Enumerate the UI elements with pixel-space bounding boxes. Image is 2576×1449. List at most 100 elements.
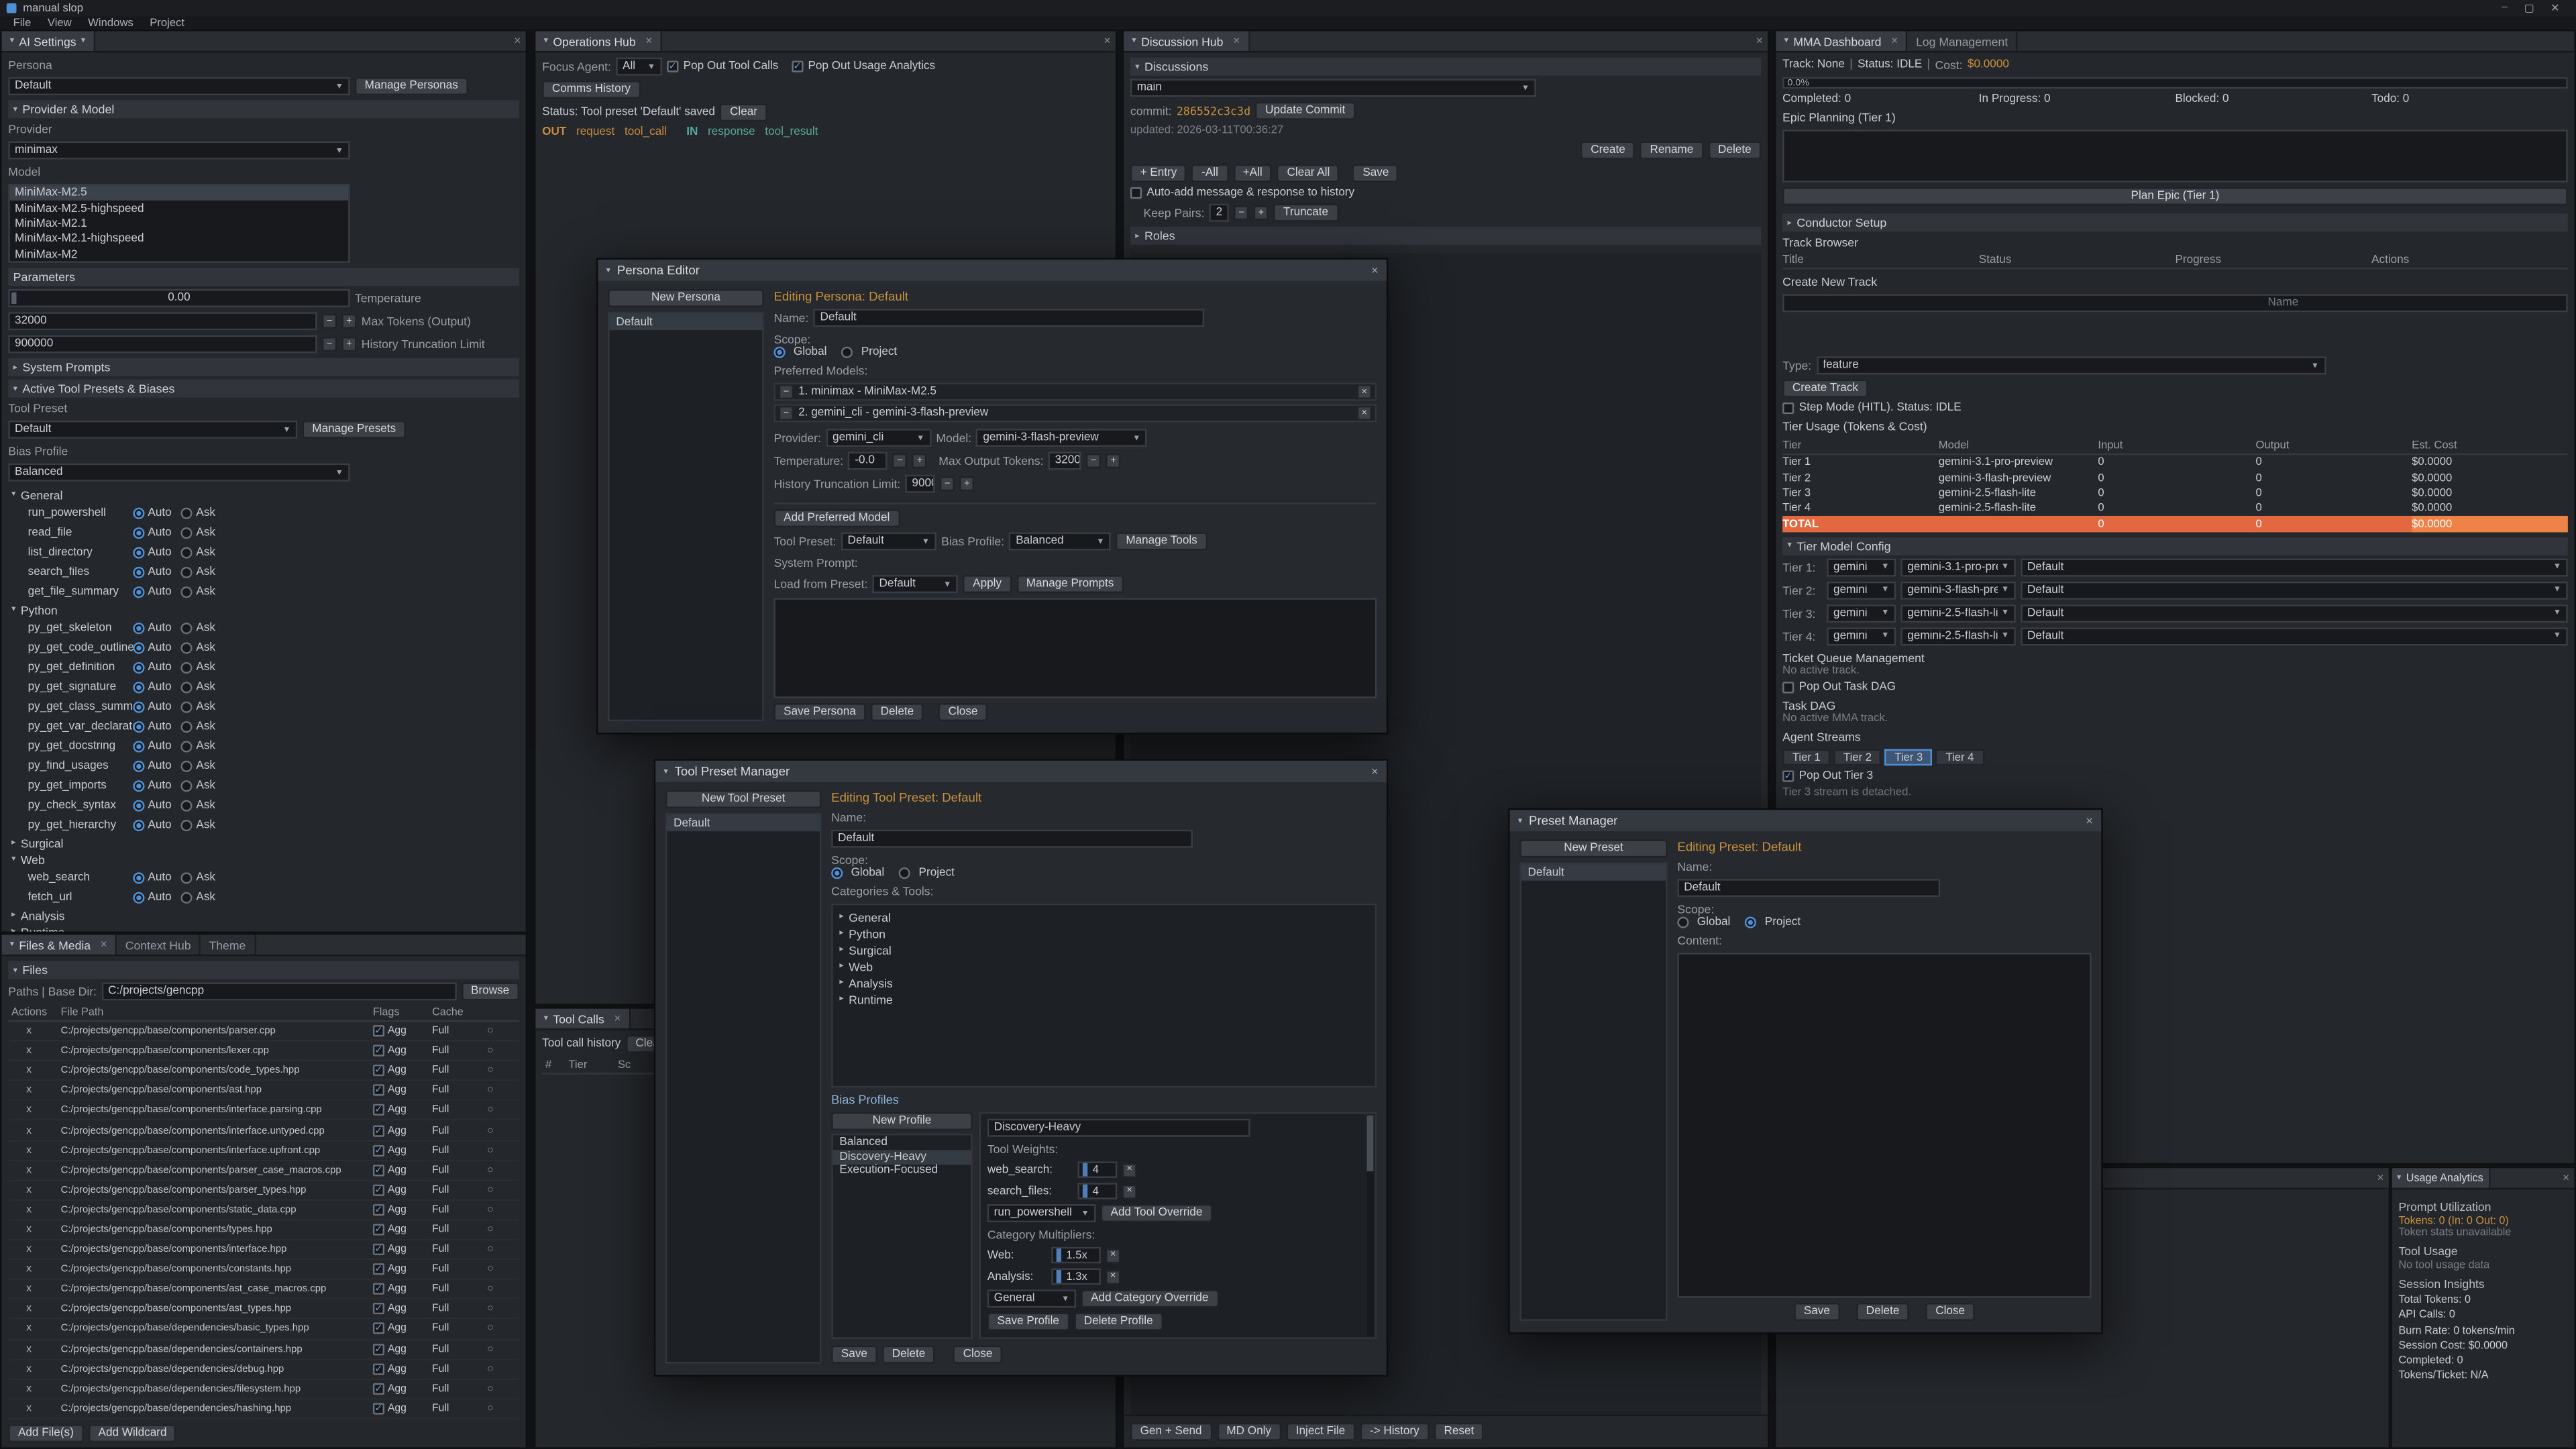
decrement-button[interactable]: − xyxy=(1234,205,1249,220)
tool-weight-slider[interactable]: 4 xyxy=(1078,1183,1118,1199)
preset-manager-titlebar[interactable]: ▾ Preset Manager × xyxy=(1510,810,2102,831)
close-icon[interactable]: ✕ xyxy=(2551,1,2559,15)
auto-radio[interactable] xyxy=(133,661,144,673)
ask-radio[interactable] xyxy=(181,681,193,692)
remove-multiplier-icon[interactable]: × xyxy=(1106,1248,1120,1263)
bias-profile-select[interactable]: Balanced ▼ xyxy=(8,464,350,482)
model-option[interactable]: MiniMax-M2.5 xyxy=(10,186,348,201)
agg-checkbox[interactable] xyxy=(373,1343,384,1354)
agg-checkbox[interactable] xyxy=(373,1324,384,1335)
tab-theme[interactable]: Theme xyxy=(201,934,256,954)
tier-provider-select[interactable]: gemini ▼ xyxy=(1827,581,1896,599)
remove-file-button[interactable]: x xyxy=(11,1283,60,1295)
preset-content-textarea[interactable] xyxy=(1677,953,2091,1297)
panel-close-icon[interactable]: × xyxy=(2377,1168,2383,1187)
new-preset-button[interactable]: New Preset xyxy=(1519,839,1667,857)
tab-context-hub[interactable]: Context Hub xyxy=(117,934,201,954)
tool-preset-select[interactable]: Default ▼ xyxy=(841,532,936,550)
close-dialog-button[interactable]: Close xyxy=(1926,1303,1975,1321)
agg-checkbox[interactable] xyxy=(373,1303,384,1315)
roles-header[interactable]: ▸ Roles xyxy=(1130,227,1761,245)
add-entry-button[interactable]: + Entry xyxy=(1130,164,1187,182)
pop-out-tier3-checkbox[interactable] xyxy=(1782,771,1794,782)
ask-radio[interactable] xyxy=(181,871,193,883)
update-commit-button[interactable]: Update Commit xyxy=(1255,102,1355,120)
scope-global-radio[interactable] xyxy=(773,347,785,358)
delete-profile-button[interactable]: Delete Profile xyxy=(1074,1313,1163,1331)
bias-profile-item[interactable]: Balanced xyxy=(833,1135,971,1150)
bias-profile-item[interactable]: Discovery-Heavy xyxy=(833,1150,971,1165)
reorder-handle[interactable]: − xyxy=(779,384,794,399)
stream-tab[interactable]: Tier 3 xyxy=(1885,749,1933,765)
full-button[interactable]: Full xyxy=(432,1343,465,1354)
ask-radio[interactable] xyxy=(181,740,193,751)
ask-radio[interactable] xyxy=(181,819,193,830)
slider-handle[interactable] xyxy=(11,292,16,304)
remove-file-button[interactable]: x xyxy=(11,1343,60,1354)
tab-tool-calls[interactable]: ▾ Tool Calls × xyxy=(535,1009,631,1028)
dialog-close-icon[interactable]: × xyxy=(1371,764,1379,779)
auto-radio[interactable] xyxy=(133,760,144,771)
group-runtime[interactable]: ▸ Runtime xyxy=(8,923,519,933)
plan-epic-button[interactable]: Plan Epic (Tier 1) xyxy=(1782,187,2568,205)
temperature-input[interactable]: -0.0 xyxy=(849,451,888,470)
auto-radio[interactable] xyxy=(133,507,144,519)
discussion-action-button[interactable]: Gen + Send xyxy=(1130,1423,1212,1441)
discussions-header[interactable]: ▾ Discussions xyxy=(1130,58,1761,76)
tool-preset-list-item[interactable]: Default xyxy=(667,815,820,831)
ask-radio[interactable] xyxy=(181,720,193,732)
new-persona-button[interactable]: New Persona xyxy=(608,289,764,307)
ask-radio[interactable] xyxy=(181,760,193,771)
full-button[interactable]: Full xyxy=(432,1105,465,1116)
full-button[interactable]: Full xyxy=(432,1303,465,1315)
group-analysis[interactable]: ▸ Analysis xyxy=(8,907,519,923)
tier-preset-select[interactable]: Default ▼ xyxy=(2021,604,2568,623)
tier-model-select[interactable]: gemini-3.1-pro-preview ▼ xyxy=(1900,558,2015,576)
full-button[interactable]: Full xyxy=(432,1283,465,1295)
save-persona-button[interactable]: Save Persona xyxy=(773,703,865,721)
manage-personas-button[interactable]: Manage Personas xyxy=(355,77,468,95)
remove-file-button[interactable]: x xyxy=(11,1244,60,1255)
full-button[interactable]: Full xyxy=(432,1264,465,1275)
remove-file-button[interactable]: x xyxy=(11,1324,60,1335)
tab-discussion-hub[interactable]: ▾ Discussion Hub × xyxy=(1124,32,1250,51)
full-button[interactable]: Full xyxy=(432,1085,465,1096)
add-category-override-button[interactable]: Add Category Override xyxy=(1081,1289,1218,1307)
remove-model-icon[interactable]: × xyxy=(1357,406,1372,421)
tool-preset-select[interactable]: Default ▼ xyxy=(8,421,297,439)
remove-file-button[interactable]: x xyxy=(11,1124,60,1136)
files-section-header[interactable]: ▾ Files xyxy=(8,961,519,979)
increment-button[interactable]: + xyxy=(1254,205,1269,220)
remove-file-button[interactable]: x xyxy=(11,1363,60,1375)
full-button[interactable]: Full xyxy=(432,1324,465,1335)
tab-close-icon[interactable]: × xyxy=(1891,36,1898,47)
dialog-close-icon[interactable]: × xyxy=(1371,263,1379,278)
full-button[interactable]: Full xyxy=(432,1165,465,1176)
save-preset-button[interactable]: Save xyxy=(1794,1303,1839,1321)
remove-file-button[interactable]: x xyxy=(11,1403,60,1414)
agg-checkbox[interactable] xyxy=(373,1045,384,1057)
ask-radio[interactable] xyxy=(181,566,193,578)
tab-usage-analytics[interactable]: ▾ Usage Analytics xyxy=(2392,1168,2490,1187)
full-button[interactable]: Full xyxy=(432,1045,465,1057)
full-button[interactable]: Full xyxy=(432,1363,465,1375)
history-limit-input[interactable]: 900000 xyxy=(8,335,317,354)
agg-checkbox[interactable] xyxy=(373,1204,384,1216)
tab-log-management[interactable]: Log Management xyxy=(1908,32,2018,51)
history-limit-input[interactable]: 900000 xyxy=(906,475,935,493)
tab-operations-hub[interactable]: ▾ Operations Hub × xyxy=(535,32,662,51)
category-node[interactable]: ▸ Surgical xyxy=(837,941,1372,957)
create-track-button[interactable]: Create Track xyxy=(1782,380,1868,398)
tier-model-config-header[interactable]: ▾ Tier Model Config xyxy=(1782,537,2568,555)
close-dialog-button[interactable]: Close xyxy=(938,703,987,721)
tab-ai-settings[interactable]: ▾ AI Settings ▾ xyxy=(1,32,95,51)
menu-item[interactable]: File xyxy=(13,17,32,29)
apply-button[interactable]: Apply xyxy=(963,575,1011,593)
model-select[interactable]: gemini-3-flash-preview ▼ xyxy=(977,429,1148,447)
browse-button[interactable]: Browse xyxy=(461,982,519,1000)
auto-radio[interactable] xyxy=(133,700,144,712)
agg-checkbox[interactable] xyxy=(373,1244,384,1255)
model-option[interactable]: MiniMax-M2.5-highspeed xyxy=(10,201,348,217)
pop-out-tool-calls-checkbox[interactable] xyxy=(667,61,678,72)
persona-list-item[interactable]: Default xyxy=(610,314,763,330)
